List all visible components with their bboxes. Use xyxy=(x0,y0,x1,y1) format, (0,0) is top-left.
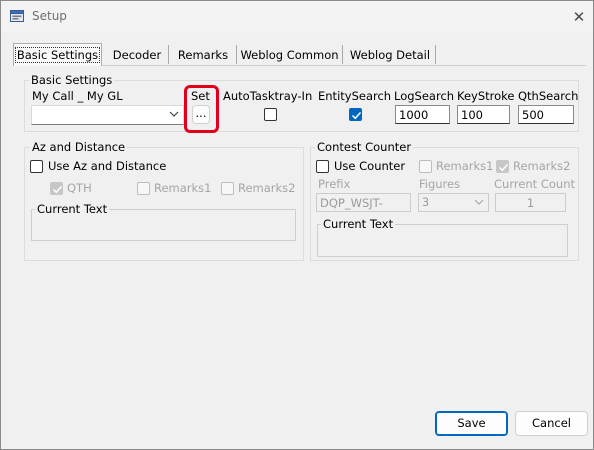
mycall-combobox[interactable] xyxy=(31,105,184,125)
qthsearch-input[interactable]: 500 xyxy=(518,105,574,124)
qth-label: QTH xyxy=(67,181,92,195)
tab-divider xyxy=(435,45,436,64)
chevron-down-icon xyxy=(169,111,179,117)
tab-weblog-detail[interactable]: Weblog Detail xyxy=(345,45,435,66)
az-remarks1-checkbox[interactable] xyxy=(137,182,150,195)
tab-label: Decoder xyxy=(112,48,162,62)
chevron-down-icon xyxy=(474,199,484,205)
tab-weblog-common[interactable]: Weblog Common xyxy=(239,45,340,66)
use-counter-label: Use Counter xyxy=(334,159,406,173)
close-icon[interactable]: ✕ xyxy=(569,7,589,27)
figures-value: 3 xyxy=(422,196,430,209)
prefix-input[interactable]: DQP_WSJT- xyxy=(316,193,411,212)
tab-label: Weblog Detail xyxy=(349,48,431,62)
save-button[interactable]: Save xyxy=(435,411,508,436)
qth-checkbox[interactable] xyxy=(50,182,63,195)
cancel-button-label: Cancel xyxy=(532,416,571,430)
entitysearch-label: EntitySearch xyxy=(318,89,392,103)
prefix-label: Prefix xyxy=(318,177,351,191)
checkmark-icon xyxy=(52,185,63,194)
autotasktray-checkbox[interactable] xyxy=(264,108,277,121)
az-distance-legend: Az and Distance xyxy=(30,140,128,154)
entitysearch-checkbox[interactable] xyxy=(349,108,362,121)
tab-decoder[interactable]: Decoder xyxy=(106,45,168,66)
az-remarks2-label: Remarks2 xyxy=(238,181,296,195)
az-remarks1-label: Remarks1 xyxy=(154,181,212,195)
contest-remarks1-label: Remarks1 xyxy=(436,159,494,173)
highlight-box xyxy=(184,85,219,133)
current-count-input[interactable]: 1 xyxy=(495,193,566,212)
tab-label: Weblog Common xyxy=(240,48,339,62)
figures-label: Figures xyxy=(419,177,461,191)
tab-divider xyxy=(342,45,343,64)
figures-combobox[interactable]: 3 xyxy=(418,193,489,212)
use-az-distance-checkbox[interactable] xyxy=(30,160,43,173)
current-count-label: Current Count xyxy=(494,177,575,191)
qthsearch-label: QthSearch xyxy=(518,89,579,103)
az-current-text-label: Current Text xyxy=(35,202,110,216)
keystroke-input[interactable]: 100 xyxy=(457,105,510,124)
logsearch-input[interactable]: 1000 xyxy=(395,105,450,124)
mycall-label: My Call _ My GL xyxy=(32,89,123,103)
tab-divider xyxy=(168,45,169,64)
tab-basic-settings[interactable]: Basic Settings xyxy=(13,43,102,66)
autotasktray-label: AutoTasktray-In xyxy=(223,89,313,103)
save-button-label: Save xyxy=(457,416,486,430)
contest-remarks2-checkbox[interactable] xyxy=(496,160,509,173)
logsearch-label: LogSearch xyxy=(394,89,455,103)
window-title: Setup xyxy=(32,9,67,23)
tab-label: Remarks xyxy=(177,48,229,62)
keystroke-label: KeyStroke xyxy=(457,89,515,103)
setup-window: Setup ✕ Basic Settings Decoder Remarks W… xyxy=(0,0,594,450)
checkmark-icon xyxy=(498,163,509,172)
use-counter-checkbox[interactable] xyxy=(316,160,329,173)
use-az-distance-label: Use Az and Distance xyxy=(48,159,167,173)
cancel-button[interactable]: Cancel xyxy=(515,411,588,436)
tab-divider xyxy=(236,45,237,64)
contest-remarks2-label: Remarks2 xyxy=(513,159,571,173)
tab-remarks[interactable]: Remarks xyxy=(171,45,235,66)
contest-counter-legend: Contest Counter xyxy=(315,140,414,154)
contest-current-text-label: Current Text xyxy=(321,217,396,231)
contest-remarks1-checkbox[interactable] xyxy=(419,160,432,173)
az-remarks2-checkbox[interactable] xyxy=(221,182,234,195)
title-bar[interactable]: Setup ✕ xyxy=(1,1,593,32)
app-icon xyxy=(10,10,24,22)
basic-settings-legend: Basic Settings xyxy=(29,73,115,87)
checkmark-icon xyxy=(351,111,362,120)
tab-label: Basic Settings xyxy=(14,47,101,63)
